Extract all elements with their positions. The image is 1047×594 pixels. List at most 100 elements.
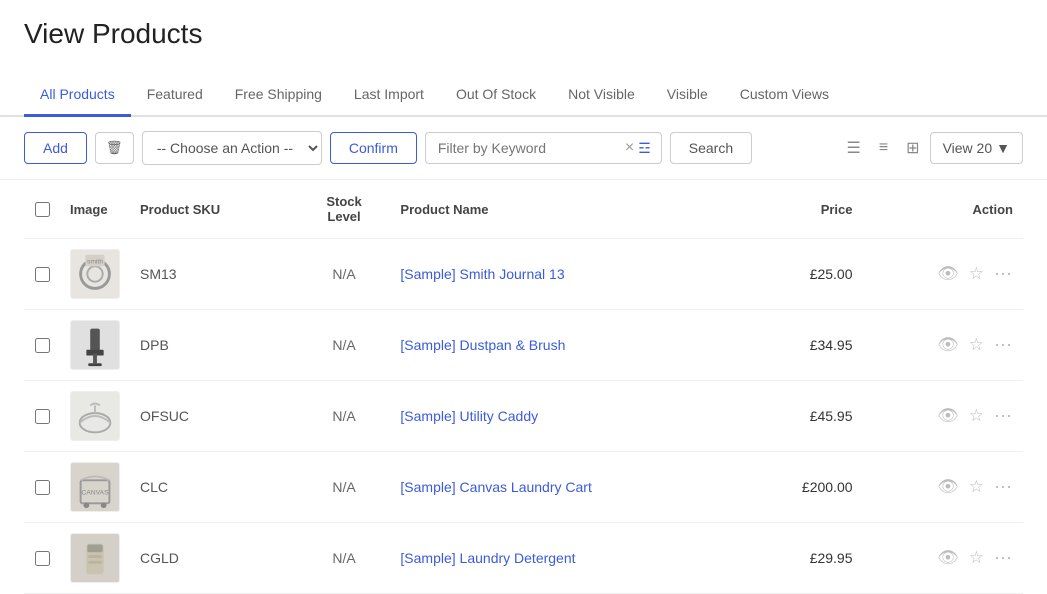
- more-options-icon[interactable]: ⋯: [994, 264, 1013, 285]
- tabs-container: All ProductsFeaturedFree ShippingLast Im…: [0, 74, 1047, 117]
- stock-level: N/A: [332, 479, 355, 495]
- product-price: £34.95: [810, 337, 853, 353]
- more-options-icon[interactable]: ⋯: [994, 548, 1013, 569]
- row-price-cell: £34.95: [744, 310, 862, 381]
- tab-all-products[interactable]: All Products: [24, 74, 131, 117]
- toolbar: Add 🗑 -- Choose an Action --Delete Selec…: [0, 117, 1047, 180]
- th-price: Price: [744, 180, 862, 239]
- table-row: CANVAS CLC N/A [Sample] Canvas Laundry C…: [24, 452, 1023, 523]
- row-action-cell: 👁 ☆ ⋯: [863, 523, 1023, 594]
- tab-visible[interactable]: Visible: [651, 74, 724, 117]
- table-header-row: Image Product SKU StockLevel Product Nam…: [24, 180, 1023, 239]
- table-row: DPB N/A [Sample] Dustpan & Brush £34.95 …: [24, 310, 1023, 381]
- stock-level: N/A: [332, 266, 355, 282]
- tab-out-of-stock[interactable]: Out Of Stock: [440, 74, 552, 117]
- th-stock: StockLevel: [298, 180, 391, 239]
- visibility-icon[interactable]: 👁: [937, 548, 959, 568]
- th-name: Product Name: [390, 180, 744, 239]
- visibility-icon[interactable]: 👁: [937, 406, 959, 426]
- row-name-cell: [Sample] Smith Journal 13: [390, 239, 744, 310]
- action-select[interactable]: -- Choose an Action --Delete SelectedFea…: [142, 131, 322, 165]
- tab-custom-views[interactable]: Custom Views: [724, 74, 845, 117]
- tab-last-import[interactable]: Last Import: [338, 74, 440, 117]
- product-sku: SM13: [140, 266, 177, 282]
- row-sku-cell: DPB: [130, 310, 298, 381]
- confirm-button[interactable]: Confirm: [330, 132, 417, 164]
- page-title: View Products: [24, 18, 1023, 50]
- page-header: View Products: [0, 0, 1047, 74]
- row-checkbox-cell: [24, 310, 60, 381]
- product-price: £25.00: [810, 266, 853, 282]
- tab-featured[interactable]: Featured: [131, 74, 219, 117]
- row-image-cell: [60, 381, 130, 452]
- star-icon[interactable]: ☆: [969, 477, 984, 497]
- row-sku-cell: CGLD: [130, 523, 298, 594]
- select-all-checkbox[interactable]: [35, 202, 50, 217]
- row-action-cell: 👁 ☆ ⋯: [863, 381, 1023, 452]
- product-name-link[interactable]: [Sample] Smith Journal 13: [400, 266, 564, 282]
- more-options-icon[interactable]: ⋯: [994, 477, 1013, 498]
- delete-button[interactable]: 🗑: [95, 132, 134, 164]
- row-checkbox[interactable]: [35, 409, 50, 424]
- row-stock-cell: N/A: [298, 452, 391, 523]
- filter-icon[interactable]: ☲: [636, 140, 653, 157]
- stock-level: N/A: [332, 408, 355, 424]
- row-checkbox[interactable]: [35, 480, 50, 495]
- th-image: Image: [60, 180, 130, 239]
- row-checkbox[interactable]: [35, 338, 50, 353]
- star-icon[interactable]: ☆: [969, 264, 984, 284]
- tab-not-visible[interactable]: Not Visible: [552, 74, 651, 117]
- product-image: smith: [70, 249, 120, 299]
- action-icons-group: 👁 ☆ ⋯: [873, 477, 1013, 498]
- add-button[interactable]: Add: [24, 132, 87, 164]
- view-list-loose-button[interactable]: ≡: [871, 133, 896, 163]
- row-sku-cell: CLC: [130, 452, 298, 523]
- view-grid-button[interactable]: ⊞: [898, 132, 927, 164]
- svg-text:smith: smith: [87, 258, 103, 265]
- product-name-link[interactable]: [Sample] Dustpan & Brush: [400, 337, 565, 353]
- page-container: View Products All ProductsFeaturedFree S…: [0, 0, 1047, 594]
- filter-input[interactable]: [434, 133, 623, 163]
- th-checkbox: [24, 180, 60, 239]
- view-count-button[interactable]: View 20 ▼: [930, 132, 1023, 164]
- row-checkbox[interactable]: [35, 551, 50, 566]
- visibility-icon[interactable]: 👁: [937, 335, 959, 355]
- row-stock-cell: N/A: [298, 239, 391, 310]
- product-image: [70, 320, 120, 370]
- action-icons-group: 👁 ☆ ⋯: [873, 264, 1013, 285]
- row-checkbox-cell: [24, 523, 60, 594]
- product-name-link[interactable]: [Sample] Laundry Detergent: [400, 550, 575, 566]
- more-options-icon[interactable]: ⋯: [994, 406, 1013, 427]
- close-icon[interactable]: ×: [623, 139, 636, 157]
- table-head: Image Product SKU StockLevel Product Nam…: [24, 180, 1023, 239]
- row-image-cell: smith: [60, 239, 130, 310]
- product-sku: OFSUC: [140, 408, 189, 424]
- product-name-link[interactable]: [Sample] Canvas Laundry Cart: [400, 479, 591, 495]
- more-options-icon[interactable]: ⋯: [994, 335, 1013, 356]
- tab-free-shipping[interactable]: Free Shipping: [219, 74, 338, 117]
- visibility-icon[interactable]: 👁: [937, 264, 959, 284]
- product-name-link[interactable]: [Sample] Utility Caddy: [400, 408, 538, 424]
- product-price: £29.95: [810, 550, 853, 566]
- table-row: CGLD N/A [Sample] Laundry Detergent £29.…: [24, 523, 1023, 594]
- svg-text:CANVAS: CANVAS: [81, 490, 109, 497]
- row-checkbox[interactable]: [35, 267, 50, 282]
- star-icon[interactable]: ☆: [969, 335, 984, 355]
- row-name-cell: [Sample] Dustpan & Brush: [390, 310, 744, 381]
- row-name-cell: [Sample] Canvas Laundry Cart: [390, 452, 744, 523]
- star-icon[interactable]: ☆: [969, 406, 984, 426]
- star-icon[interactable]: ☆: [969, 548, 984, 568]
- row-action-cell: 👁 ☆ ⋯: [863, 452, 1023, 523]
- table-row: OFSUC N/A [Sample] Utility Caddy £45.95 …: [24, 381, 1023, 452]
- row-checkbox-cell: [24, 452, 60, 523]
- row-action-cell: 👁 ☆ ⋯: [863, 310, 1023, 381]
- visibility-icon[interactable]: 👁: [937, 477, 959, 497]
- view-list-compact-button[interactable]: ☰: [838, 132, 868, 164]
- view-toggle-group: ☰ ≡ ⊞ View 20 ▼: [838, 132, 1023, 164]
- row-image-cell: [60, 523, 130, 594]
- product-price: £45.95: [810, 408, 853, 424]
- product-sku: DPB: [140, 337, 169, 353]
- trash-icon: 🗑: [106, 140, 123, 155]
- search-button[interactable]: Search: [670, 132, 752, 164]
- row-name-cell: [Sample] Laundry Detergent: [390, 523, 744, 594]
